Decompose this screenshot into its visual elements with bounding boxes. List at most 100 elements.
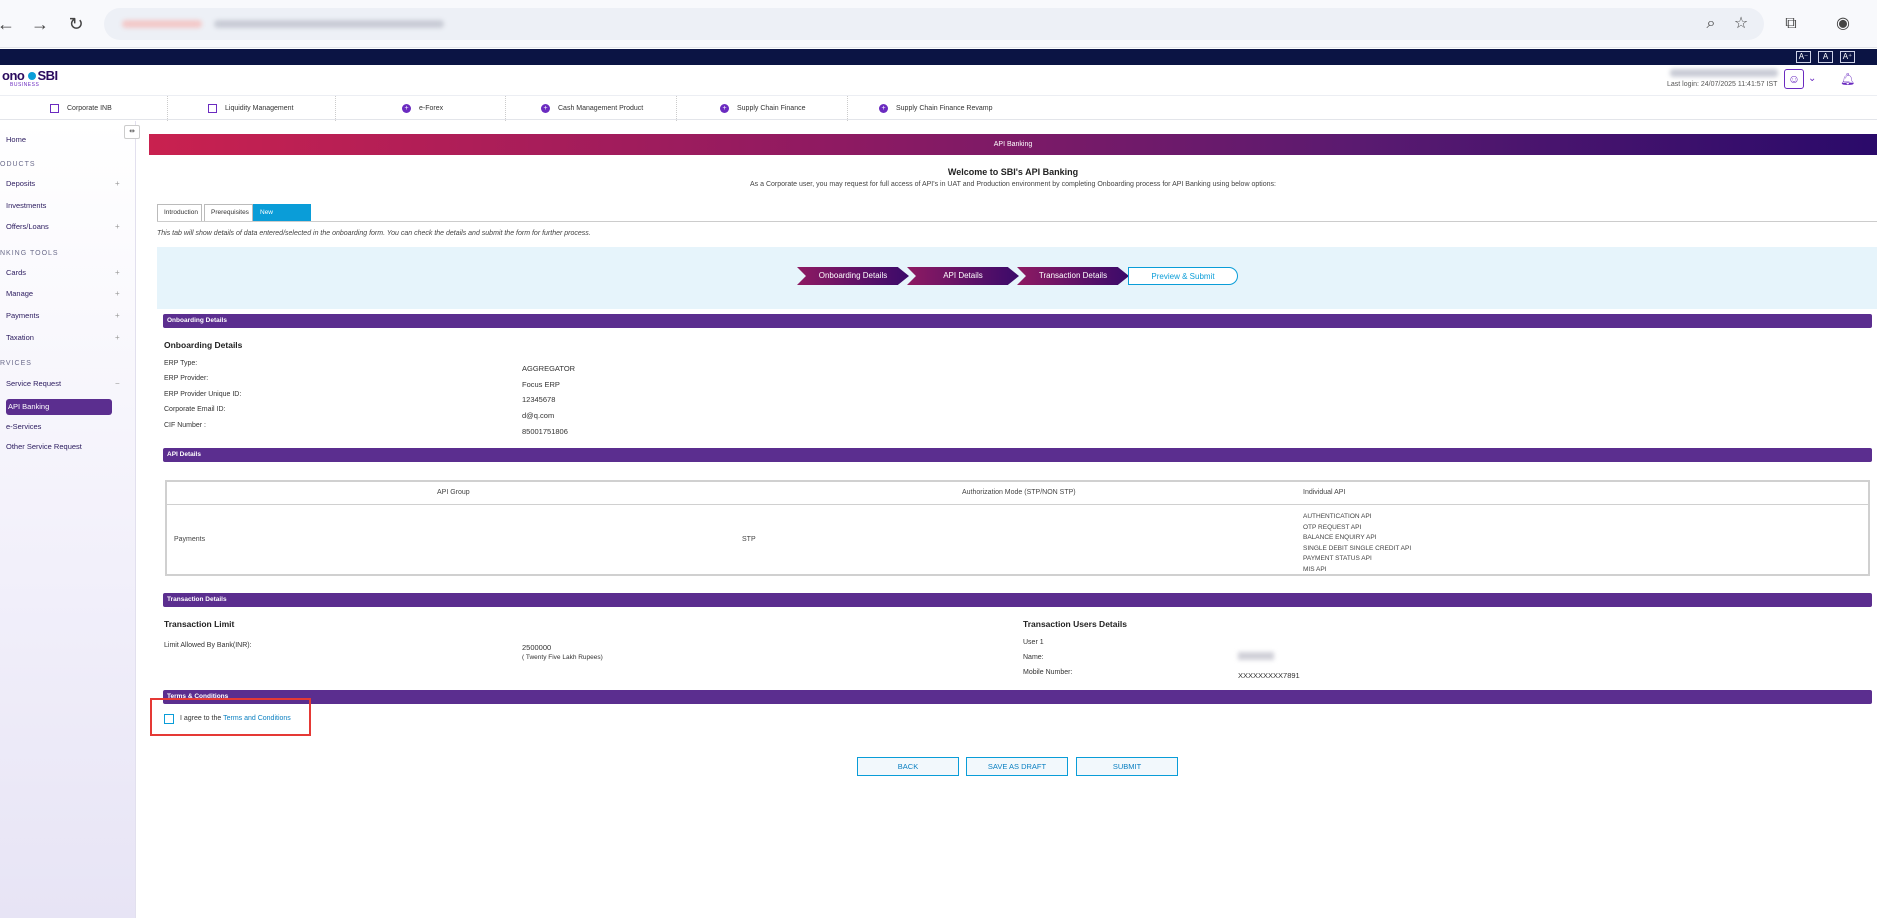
document-icon	[208, 103, 217, 113]
bell-icon[interactable]: 🔔︎	[1840, 72, 1855, 86]
address-bar[interactable]	[104, 8, 1764, 40]
accessibility-strip: A⁻ A A⁺	[0, 49, 1877, 65]
tab-cash-management[interactable]: + Cash Management Product	[541, 96, 677, 121]
sidebar-item-deposits[interactable]: Deposits	[6, 179, 35, 188]
welcome-heading: Welcome to SBI's API Banking	[947, 167, 1079, 177]
mobile-label: Mobile Number:	[1023, 669, 1073, 676]
sidebar-item-api-banking[interactable]: API Banking	[6, 399, 112, 415]
corporate-email-label: Corporate Email ID:	[164, 406, 226, 413]
last-login-text: Last login: 24/07/2025 11:41:57 IST	[1667, 81, 1778, 88]
sidebar-item-payments[interactable]: Payments	[6, 311, 39, 320]
tab-corporate-inb[interactable]: Corporate INB	[50, 96, 168, 121]
onboarding-heading: Onboarding Details	[164, 340, 243, 350]
font-increase-button[interactable]: A⁺	[1840, 51, 1855, 63]
welcome-subtitle: As a Corporate user, you may request for…	[750, 181, 1276, 188]
url-text-blur	[214, 20, 444, 28]
expand-plus-icon[interactable]: +	[115, 333, 120, 342]
expand-plus-icon[interactable]: +	[115, 268, 120, 277]
sidebar-section-services: RVICES	[0, 360, 32, 367]
name-label: Name:	[1023, 654, 1044, 661]
logo-tagline: BUSINESS	[10, 82, 40, 88]
terms-label: I agree to the Terms and Conditions	[180, 715, 291, 722]
plus-circle-icon: +	[541, 103, 550, 113]
save-as-draft-button[interactable]: SAVE AS DRAFT	[966, 757, 1068, 776]
expand-plus-icon[interactable]: +	[115, 222, 120, 231]
limit-label: Limit Allowed By Bank(INR):	[164, 642, 252, 649]
api-group-value: Payments	[174, 536, 206, 543]
logo-dot-icon	[28, 72, 37, 80]
tab-e-forex[interactable]: + e-Forex	[402, 96, 506, 121]
plus-circle-icon: +	[879, 103, 888, 113]
cif-number-label: CIF Number :	[164, 422, 207, 429]
erp-unique-id-value: 12345678	[522, 395, 556, 404]
expand-plus-icon[interactable]: +	[115, 179, 120, 188]
collapse-minus-icon[interactable]: −	[115, 379, 120, 388]
tab-label: Liquidity Management	[225, 105, 294, 112]
sidebar-item-other-service-request[interactable]: Other Service Request	[6, 442, 82, 451]
tab-label: Corporate INB	[67, 105, 112, 112]
submit-button[interactable]: SUBMIT	[1076, 757, 1178, 776]
sidebar-item-service-request[interactable]: Service Request	[6, 379, 61, 388]
progress-stepper: Onboarding Details API Details Transacti…	[157, 247, 1877, 309]
tab-label: Supply Chain Finance	[737, 105, 806, 112]
sidebar-item-offers[interactable]: Offers/Loans	[6, 222, 49, 231]
list-item: PAYMENT STATUS API	[1303, 555, 1372, 563]
browser-toolbar: ← → ↻ ⌕ ☆ ⧉ ◉	[0, 0, 1877, 48]
terms-checkbox[interactable]	[164, 714, 174, 724]
forward-arrow-icon[interactable]: →	[28, 12, 52, 36]
chevron-down-icon[interactable]: ⌄	[1808, 73, 1816, 84]
step-onboarding-details[interactable]: Onboarding Details	[797, 267, 909, 285]
site-header: ono SBI BUSINESS Last login: 24/07/2025 …	[0, 65, 1877, 95]
terms-link[interactable]: Terms and Conditions	[223, 715, 291, 722]
expand-plus-icon[interactable]: +	[115, 289, 120, 298]
bank-icon	[50, 103, 59, 113]
sidebar-item-taxation[interactable]: Taxation	[6, 333, 34, 342]
cif-number-value: 85001751806	[522, 427, 568, 436]
profile-icon[interactable]: ◉	[1831, 12, 1855, 36]
tab-liquidity-management[interactable]: Liquidity Management	[208, 96, 336, 121]
collapse-sidebar-button[interactable]: ⇹	[124, 125, 140, 139]
tab-label: Cash Management Product	[558, 105, 644, 112]
tab-prerequisites[interactable]: Prerequisites	[204, 204, 253, 222]
plus-circle-icon: +	[720, 103, 729, 113]
list-item: AUTHENTICATION API	[1303, 513, 1372, 520]
step-preview-submit[interactable]: Preview & Submit	[1128, 267, 1238, 285]
plus-circle-icon: +	[402, 103, 411, 113]
reload-icon[interactable]: ↻	[64, 12, 88, 36]
sidebar-item-e-services[interactable]: e-Services	[6, 422, 41, 431]
tab-introduction[interactable]: Introduction	[157, 204, 202, 222]
step-transaction-details[interactable]: Transaction Details	[1017, 267, 1129, 285]
erp-unique-id-label: ERP Provider Unique ID:	[164, 391, 242, 398]
page-title: API Banking	[149, 134, 1877, 155]
font-decrease-button[interactable]: A⁻	[1796, 51, 1811, 63]
limit-value: 2500000	[522, 643, 552, 652]
sidebar-item-cards[interactable]: Cards	[6, 268, 26, 277]
font-normal-button[interactable]: A	[1818, 51, 1833, 63]
tab-supply-chain-finance[interactable]: + Supply Chain Finance	[720, 96, 848, 121]
yono-sbi-logo[interactable]: ono SBI	[2, 68, 58, 83]
extensions-icon[interactable]: ⧉	[1779, 12, 1803, 36]
expand-plus-icon[interactable]: +	[115, 311, 120, 320]
user-name-blur	[1670, 69, 1778, 77]
corporate-email-value: d@q.com	[522, 411, 555, 420]
transaction-section-bar: Transaction Details	[163, 593, 1872, 607]
bookmark-star-icon[interactable]: ☆	[1729, 12, 1753, 36]
logo-prefix: ono	[2, 68, 25, 83]
limit-words: ( Twenty Five Lakh Rupees)	[522, 654, 603, 661]
terms-section-bar: Terms & Conditions	[163, 690, 1872, 704]
list-item: SINGLE DEBIT SINGLE CREDIT API	[1303, 544, 1412, 552]
sidebar-section-products: ODUCTS	[0, 161, 36, 168]
back-button[interactable]: BACK	[857, 757, 959, 776]
sidebar-item-investments[interactable]: Investments	[6, 201, 46, 210]
sidebar: ⇹ Home ODUCTS Deposits + Investments Off…	[0, 121, 140, 918]
sidebar-item-home[interactable]: Home	[6, 135, 26, 144]
user-avatar-icon[interactable]: ☺	[1784, 69, 1804, 89]
sidebar-item-manage[interactable]: Manage	[6, 289, 33, 298]
list-item: MIS API	[1303, 565, 1327, 573]
sidebar-section-banking-tools: NKING TOOLS	[0, 250, 59, 257]
tab-new-application[interactable]: New Application	[253, 204, 311, 232]
step-api-details[interactable]: API Details	[907, 267, 1019, 285]
zoom-icon[interactable]: ⌕	[1699, 12, 1723, 36]
tab-supply-chain-finance-revamp[interactable]: + Supply Chain Finance Revamp	[879, 96, 1029, 121]
back-arrow-icon[interactable]: ←	[0, 12, 18, 36]
